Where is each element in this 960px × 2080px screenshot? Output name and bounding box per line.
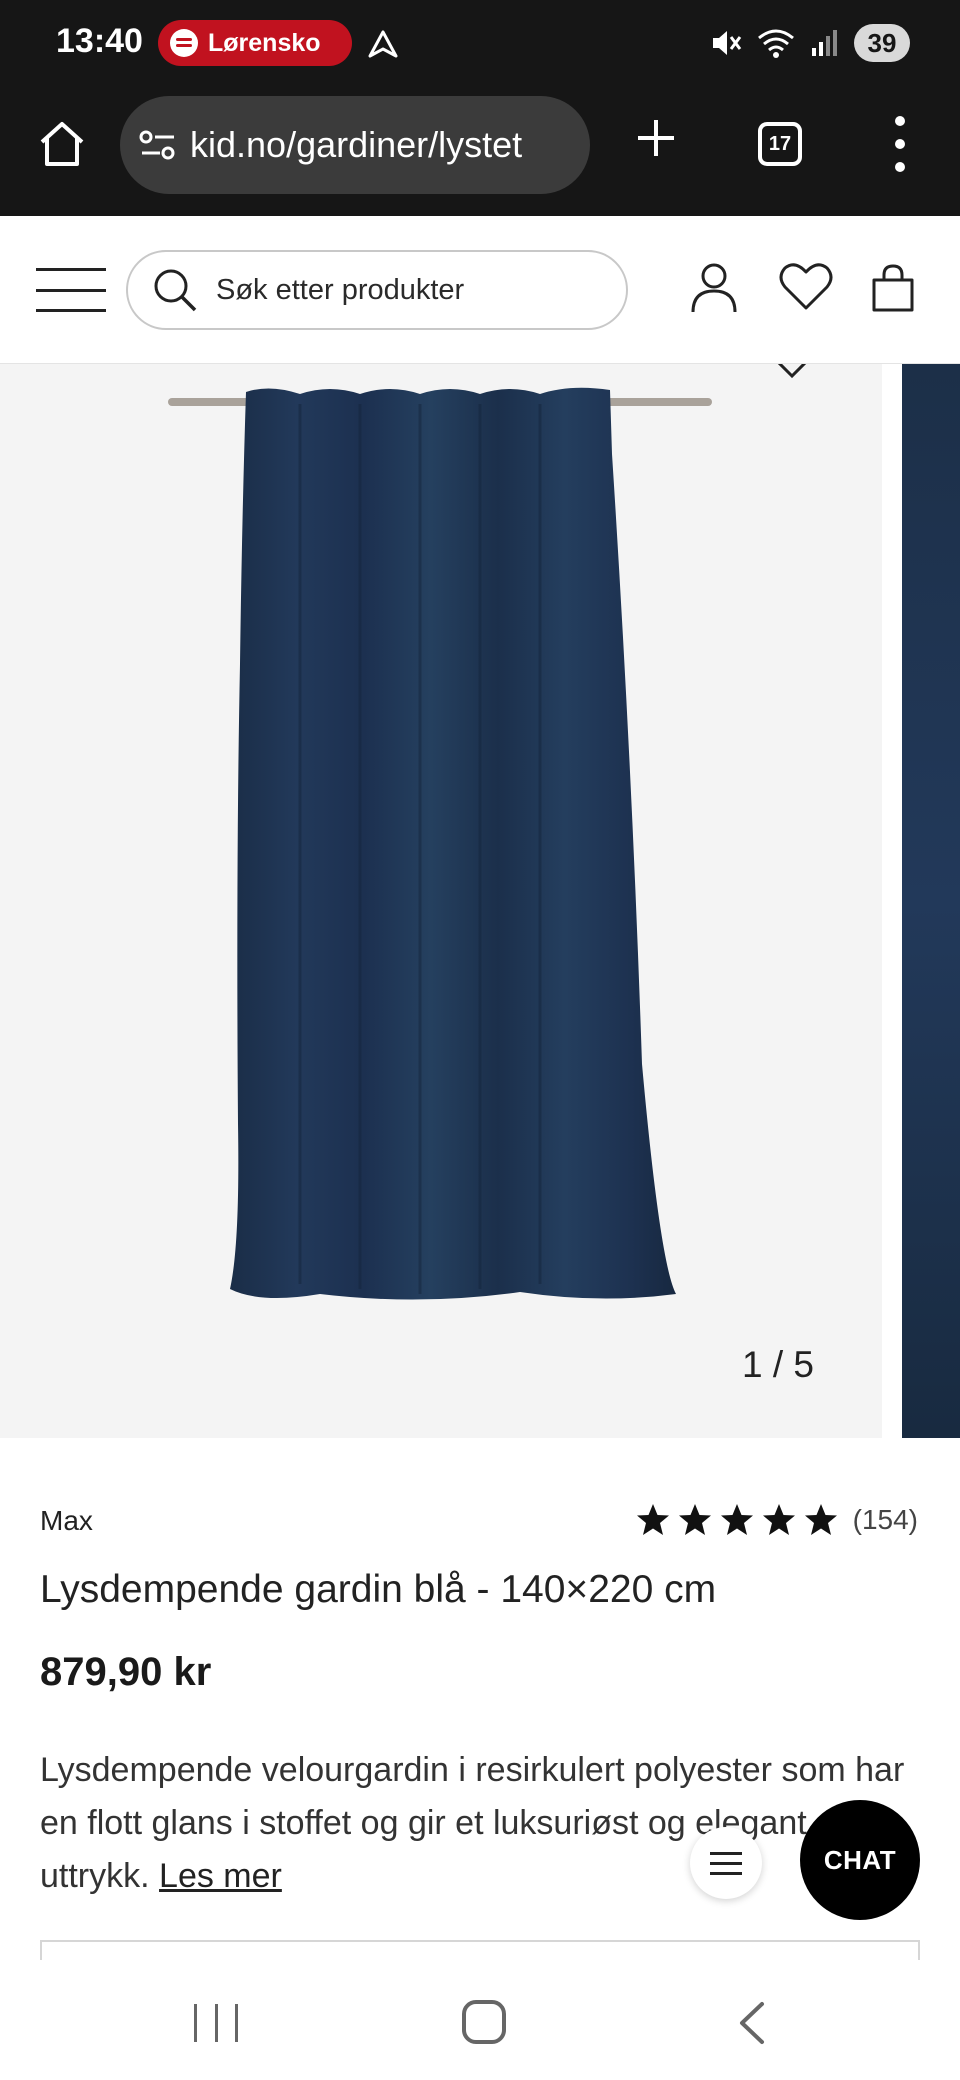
- navigation-arrow-icon: [368, 30, 398, 58]
- search-placeholder: Søk etter produkter: [216, 273, 465, 306]
- url-text: kid.no/gardiner/lystet: [190, 124, 523, 165]
- star-icon: [720, 1504, 753, 1535]
- status-icons: 39: [710, 24, 910, 62]
- home-button-icon[interactable]: [462, 2000, 506, 2044]
- search-input[interactable]: Søk etter produkter: [126, 250, 628, 330]
- recents-icon[interactable]: [194, 2004, 238, 2042]
- star-icon: [678, 1504, 711, 1535]
- floating-menu-button[interactable]: [690, 1827, 762, 1899]
- account-icon[interactable]: [690, 262, 738, 314]
- star-icon: [804, 1504, 837, 1535]
- site-settings-icon[interactable]: [138, 128, 178, 162]
- wishlist-heart-icon[interactable]: [778, 262, 834, 312]
- wifi-icon: [758, 29, 794, 58]
- battery-indicator: 39: [854, 24, 910, 62]
- back-icon[interactable]: [736, 2000, 766, 2046]
- product-description: Lysdempende velourgardin i resirkulert p…: [40, 1744, 920, 1903]
- star-icon: [636, 1504, 669, 1535]
- search-icon: [154, 269, 197, 312]
- spotify-track-label: Lørensko: [208, 28, 321, 57]
- star-icon: [762, 1504, 795, 1535]
- product-brand[interactable]: Max: [40, 1505, 93, 1537]
- system-navigation-bar: [0, 1960, 960, 2080]
- curtain-illustration: [168, 387, 712, 1300]
- status-bar: 13:40 Lørensko 39: [0, 0, 960, 88]
- read-more-link[interactable]: Les mer: [159, 1857, 282, 1895]
- image-counter: 1 / 5: [742, 1344, 814, 1385]
- tab-switcher-button[interactable]: 17: [758, 122, 802, 166]
- product-image-gallery[interactable]: 1 / 5: [0, 364, 960, 1438]
- product-image[interactable]: [0, 364, 882, 1438]
- next-product-image-peek[interactable]: [902, 364, 960, 1438]
- chat-button[interactable]: CHAT: [800, 1800, 920, 1920]
- home-icon[interactable]: [36, 118, 88, 170]
- product-rating[interactable]: (154): [635, 1502, 918, 1538]
- site-header: Søk etter produkter: [0, 216, 960, 364]
- review-count: (154): [852, 1504, 918, 1535]
- status-time: 13:40: [56, 22, 143, 60]
- mute-icon: [713, 31, 742, 55]
- hamburger-menu-icon[interactable]: [36, 268, 106, 312]
- spotify-icon: [170, 29, 198, 57]
- browser-menu-icon[interactable]: [890, 116, 910, 172]
- product-price: 879,90 kr: [40, 1650, 212, 1694]
- browser-toolbar: kid.no/gardiner/lystet 17: [0, 88, 960, 216]
- address-bar[interactable]: kid.no/gardiner/lystet: [120, 96, 590, 194]
- new-tab-icon[interactable]: [630, 112, 682, 164]
- spotify-now-playing-pill[interactable]: Lørensko: [158, 20, 352, 66]
- product-title: Lysdempende gardin blå - 140×220 cm: [40, 1568, 717, 1611]
- signal-icon: [812, 30, 837, 56]
- image-wishlist-heart-icon[interactable]: [770, 364, 814, 380]
- shopping-bag-icon[interactable]: [870, 262, 916, 314]
